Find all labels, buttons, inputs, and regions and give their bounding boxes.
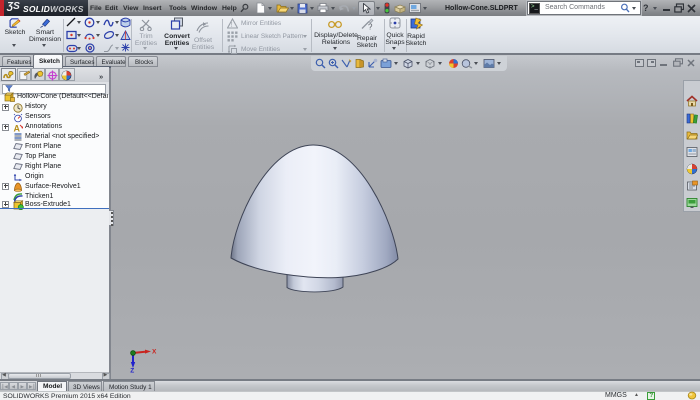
svg-text:!: ! xyxy=(231,22,233,29)
svg-text:?: ? xyxy=(368,23,373,31)
svg-text:Z: Z xyxy=(130,368,134,375)
svg-text:X: X xyxy=(152,349,157,356)
